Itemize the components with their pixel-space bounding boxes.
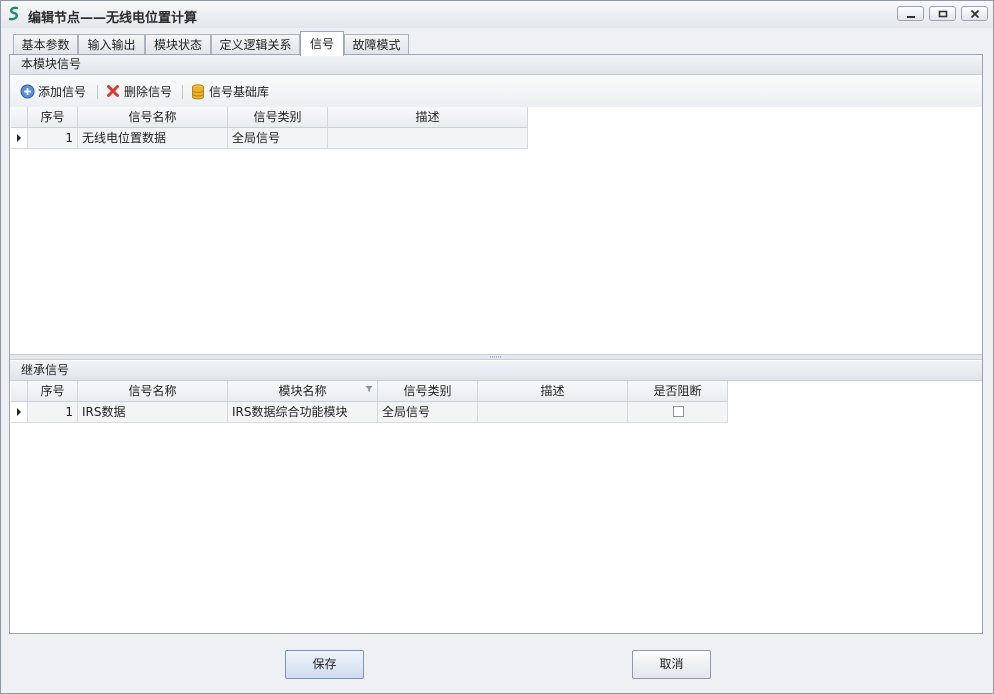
- grid-header: 序号 信号名称 模块名称 信号类别 描述 是否阻断: [11, 381, 728, 402]
- module-signals-header: 本模块信号: [10, 55, 982, 75]
- blocked-checkbox[interactable]: [673, 406, 684, 417]
- table-row[interactable]: 1 IRS数据 IRS数据综合功能模块 全局信号: [11, 402, 728, 423]
- title-bar[interactable]: 编辑节点——无线电位置计算: [1, 1, 993, 28]
- column-header[interactable]: 信号名称: [78, 107, 228, 127]
- window-title: 编辑节点——无线电位置计算: [28, 11, 198, 26]
- toolbar-separator: [182, 85, 183, 99]
- column-header[interactable]: 信号名称: [78, 381, 228, 401]
- cell-module-name[interactable]: IRS数据综合功能模块: [228, 402, 378, 423]
- inherited-signals-grid: 序号 信号名称 模块名称 信号类别 描述 是否阻断 1 IRS数据 IRS数据综…: [11, 381, 981, 631]
- cell-description[interactable]: [478, 402, 628, 423]
- add-signal-label: 添加信号: [38, 85, 87, 99]
- current-row-arrow-icon: [17, 408, 21, 416]
- cell-blocked[interactable]: [628, 402, 728, 423]
- row-indicator: [11, 402, 28, 423]
- panel-splitter[interactable]: [10, 354, 982, 360]
- cell-index[interactable]: 1: [28, 128, 78, 149]
- app-logo-icon: [7, 6, 21, 22]
- signals-tab-page: 本模块信号 添加信号 删除信号 信号基础库 序号 信号名称 信号类别 描述 1 …: [9, 54, 983, 634]
- cancel-button[interactable]: 取消: [632, 650, 711, 679]
- column-header[interactable]: 描述: [478, 381, 628, 401]
- tab-io[interactable]: 输入输出: [78, 34, 145, 55]
- column-header[interactable]: 是否阻断: [628, 381, 728, 401]
- cell-signal-category[interactable]: 全局信号: [228, 128, 328, 149]
- column-header-module[interactable]: 模块名称: [228, 381, 378, 401]
- column-header[interactable]: 信号类别: [228, 107, 328, 127]
- table-row[interactable]: 1 无线电位置数据 全局信号: [11, 128, 528, 149]
- module-signals-grid: 序号 信号名称 信号类别 描述 1 无线电位置数据 全局信号: [11, 107, 981, 353]
- toolbar-separator: [97, 85, 98, 99]
- tab-signals[interactable]: 信号: [300, 31, 344, 56]
- cell-signal-name[interactable]: 无线电位置数据: [78, 128, 228, 149]
- filter-icon[interactable]: [365, 385, 373, 393]
- column-header[interactable]: 序号: [28, 381, 78, 401]
- inherited-signals-header: 继承信号: [10, 361, 982, 381]
- column-header[interactable]: 信号类别: [378, 381, 478, 401]
- tab-fault-modes[interactable]: 故障模式: [344, 34, 409, 55]
- grip-icon: [490, 356, 502, 358]
- save-button[interactable]: 保存: [285, 650, 364, 679]
- column-header-label: 模块名称: [278, 384, 327, 398]
- maximize-button[interactable]: [929, 6, 956, 21]
- current-row-arrow-icon: [17, 134, 21, 142]
- signals-toolbar: 添加信号 删除信号 信号基础库: [10, 75, 982, 107]
- tab-module-status[interactable]: 模块状态: [145, 34, 211, 55]
- row-indicator: [11, 128, 28, 149]
- cell-signal-category[interactable]: 全局信号: [378, 402, 478, 423]
- column-header[interactable]: 描述: [328, 107, 528, 127]
- cell-description[interactable]: [328, 128, 528, 149]
- row-indicator-header: [11, 107, 28, 127]
- minimize-button[interactable]: [897, 6, 924, 21]
- delete-signal-label: 删除信号: [124, 85, 173, 99]
- close-icon: [970, 9, 980, 19]
- cell-signal-name[interactable]: IRS数据: [78, 402, 228, 423]
- minimize-icon: [907, 16, 915, 18]
- column-header[interactable]: 序号: [28, 107, 78, 127]
- restore-icon: [938, 10, 948, 18]
- tab-logic-relations[interactable]: 定义逻辑关系: [211, 34, 300, 55]
- close-button[interactable]: [961, 6, 988, 21]
- signal-library-label: 信号基础库: [209, 85, 270, 99]
- dialog-window: 编辑节点——无线电位置计算 基本参数 输入输出 模块状态 定义逻辑关系 信号 故…: [0, 0, 994, 694]
- row-indicator-header: [11, 381, 28, 401]
- delete-icon: [106, 84, 120, 102]
- database-icon: [191, 84, 205, 104]
- grid-header: 序号 信号名称 信号类别 描述: [11, 107, 528, 128]
- add-icon: [20, 84, 35, 103]
- tab-basic-params[interactable]: 基本参数: [13, 34, 78, 55]
- cell-index[interactable]: 1: [28, 402, 78, 423]
